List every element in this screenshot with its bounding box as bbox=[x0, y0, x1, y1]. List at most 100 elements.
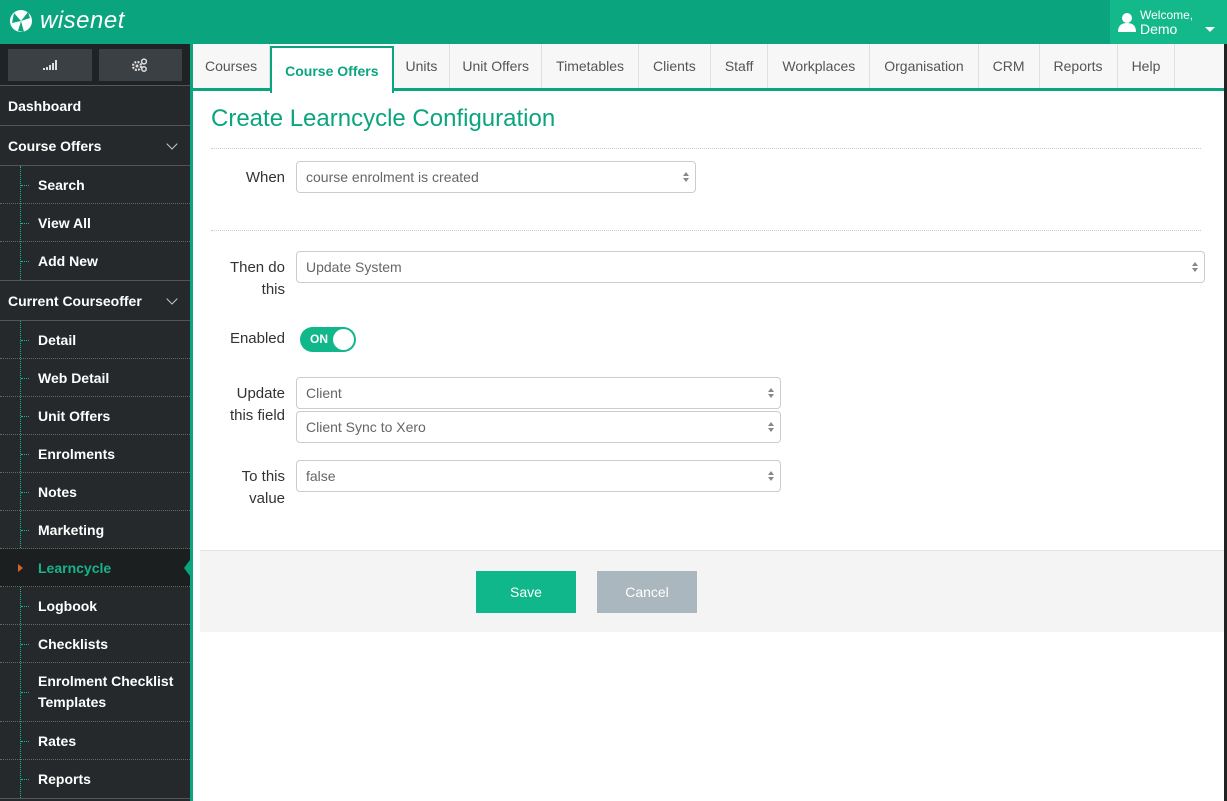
update-field-value: Client Sync to Xero bbox=[306, 419, 426, 435]
user-menu[interactable]: Welcome, Demo bbox=[1110, 0, 1227, 44]
welcome-text: Welcome, bbox=[1140, 8, 1194, 22]
page-title: Create Learncycle Configuration bbox=[211, 105, 556, 132]
sidebar-item-label: Reports bbox=[38, 771, 91, 787]
tab-clients[interactable]: Clients bbox=[639, 44, 711, 88]
when-select[interactable]: course enrolment is created bbox=[296, 161, 696, 193]
sidebar-item-search[interactable]: Search bbox=[0, 166, 190, 204]
sidebar-item-checklists[interactable]: Checklists bbox=[0, 625, 190, 663]
tab-label: Staff bbox=[724, 58, 754, 74]
tab-label: Workplaces bbox=[782, 58, 856, 74]
caret-down-icon[interactable] bbox=[1205, 27, 1215, 32]
sidebar-item-logbook[interactable]: Logbook bbox=[0, 587, 190, 625]
sidebar-item-label: Detail bbox=[38, 331, 77, 348]
sidebar-section-label: Current Courseoffer bbox=[8, 292, 142, 309]
chevron-down-icon bbox=[166, 292, 178, 305]
sidebar-item-rates[interactable]: Rates bbox=[0, 722, 190, 760]
toggle-knob bbox=[333, 329, 354, 350]
sidebar-item-dashboard[interactable]: Dashboard bbox=[0, 86, 190, 126]
tab-label: Courses bbox=[205, 58, 258, 74]
when-select-value: course enrolment is created bbox=[306, 169, 479, 185]
tab-unit-offers[interactable]: Unit Offers bbox=[450, 44, 543, 88]
sidebar-item-view-all[interactable]: View All bbox=[0, 204, 190, 242]
active-pointer-icon bbox=[184, 555, 193, 580]
sidebar-item-marketing[interactable]: Marketing bbox=[0, 511, 190, 549]
sidebar-item-web-detail[interactable]: Web Detail bbox=[0, 359, 190, 397]
update-field-select[interactable]: Client Sync to Xero bbox=[296, 411, 781, 443]
signal-bars-icon bbox=[42, 60, 57, 70]
cancel-button[interactable]: Cancel bbox=[597, 571, 697, 613]
tab-units[interactable]: Units bbox=[394, 44, 451, 88]
to-value-select[interactable]: false bbox=[296, 460, 781, 492]
select-arrows-icon bbox=[768, 471, 774, 481]
tab-organisation[interactable]: Organisation bbox=[870, 44, 979, 88]
tab-workplaces[interactable]: Workplaces bbox=[768, 44, 871, 88]
tab-reports[interactable]: Reports bbox=[1040, 44, 1118, 88]
then-select[interactable]: Update System bbox=[296, 251, 1205, 283]
sidebar-item-label: Logbook bbox=[38, 597, 98, 614]
tab-label: Help bbox=[1131, 58, 1161, 74]
then-select-value: Update System bbox=[306, 259, 402, 275]
sidebar-item-add-new[interactable]: Add New bbox=[0, 242, 190, 280]
sidebar-item-unit-offers[interactable]: Unit Offers bbox=[0, 397, 190, 435]
sidebar-item-learncycle[interactable]: Learncycle bbox=[0, 549, 193, 587]
sidebar-item-label: Enrolment Checklist Templates bbox=[38, 673, 174, 710]
then-label: Then do this bbox=[229, 259, 285, 298]
tab-staff[interactable]: Staff bbox=[711, 44, 769, 88]
tab-course-offers[interactable]: Course Offers bbox=[270, 46, 394, 96]
to-value-label: To this value bbox=[241, 468, 285, 507]
user-name: Demo bbox=[1140, 21, 1178, 37]
enabled-toggle[interactable]: ON bbox=[300, 327, 356, 352]
sidebar-item-label: Rates bbox=[38, 732, 77, 749]
when-label: When bbox=[245, 169, 285, 186]
main-tabs: Courses Course Offers Units Unit Offers … bbox=[193, 44, 1227, 96]
sidebar-item-label: Search bbox=[38, 176, 85, 193]
enabled-label: Enabled bbox=[229, 330, 285, 347]
sidebar-section-current-courseoffer[interactable]: Current Courseoffer bbox=[0, 281, 190, 321]
main-content: Create Learncycle Configuration When cou… bbox=[193, 91, 1224, 801]
tab-help[interactable]: Help bbox=[1118, 44, 1176, 88]
tab-crm[interactable]: CRM bbox=[979, 44, 1040, 88]
sidebar-item-label: Enrolments bbox=[38, 445, 116, 462]
update-entity-select[interactable]: Client bbox=[296, 377, 781, 409]
sidebar-item-label: View All bbox=[38, 214, 91, 231]
active-bullet-icon bbox=[18, 563, 23, 572]
logo[interactable]: wisenet bbox=[8, 7, 125, 35]
settings-button[interactable] bbox=[98, 49, 182, 81]
sidebar-item-label: Dashboard bbox=[8, 97, 82, 114]
tab-label: Reports bbox=[1053, 58, 1103, 74]
sidebar-item-enrolment-checklist-templates[interactable]: Enrolment Checklist Templates bbox=[0, 663, 190, 722]
tab-courses[interactable]: Courses bbox=[193, 44, 271, 88]
chevron-down-icon bbox=[166, 137, 178, 150]
wisenet-logo-icon bbox=[10, 10, 32, 32]
divider bbox=[211, 230, 1201, 231]
sidebar-item-label: Checklists bbox=[38, 635, 109, 652]
update-entity-value: Client bbox=[306, 385, 342, 401]
select-arrows-icon bbox=[683, 172, 689, 182]
sidebar-item-enrolments[interactable]: Enrolments bbox=[0, 435, 190, 473]
sidebar-item-detail[interactable]: Detail bbox=[0, 321, 190, 359]
to-value-value: false bbox=[306, 468, 336, 484]
select-arrows-icon bbox=[1192, 262, 1198, 272]
toggle-state-label: ON bbox=[310, 332, 328, 346]
sidebar-section-label: Course Offers bbox=[8, 137, 102, 154]
tab-label: Unit Offers bbox=[462, 58, 530, 74]
sidebar-item-label: Marketing bbox=[38, 521, 105, 538]
sidebar-item-reports[interactable]: Reports bbox=[0, 760, 190, 798]
save-button[interactable]: Save bbox=[476, 571, 576, 613]
tab-label: CRM bbox=[992, 58, 1025, 74]
tab-timetables[interactable]: Timetables bbox=[542, 44, 640, 88]
sidebar-item-label: Learncycle bbox=[38, 559, 112, 576]
sidebar-item-label: Unit Offers bbox=[38, 407, 111, 424]
select-arrows-icon bbox=[768, 388, 774, 398]
sidebar-item-label: Web Detail bbox=[38, 369, 110, 386]
sidebar-item-notes[interactable]: Notes bbox=[0, 473, 190, 511]
stats-button[interactable] bbox=[8, 49, 92, 81]
gears-icon bbox=[132, 58, 148, 72]
divider bbox=[211, 148, 1201, 149]
sidebar-section-course-offers[interactable]: Course Offers bbox=[0, 126, 190, 166]
top-bar: wisenet Welcome, Demo bbox=[0, 0, 1227, 44]
select-arrows-icon bbox=[768, 422, 774, 432]
tab-label: Units bbox=[405, 58, 438, 74]
tab-label: Clients bbox=[653, 58, 696, 74]
form-actions: Save Cancel bbox=[200, 550, 1224, 632]
